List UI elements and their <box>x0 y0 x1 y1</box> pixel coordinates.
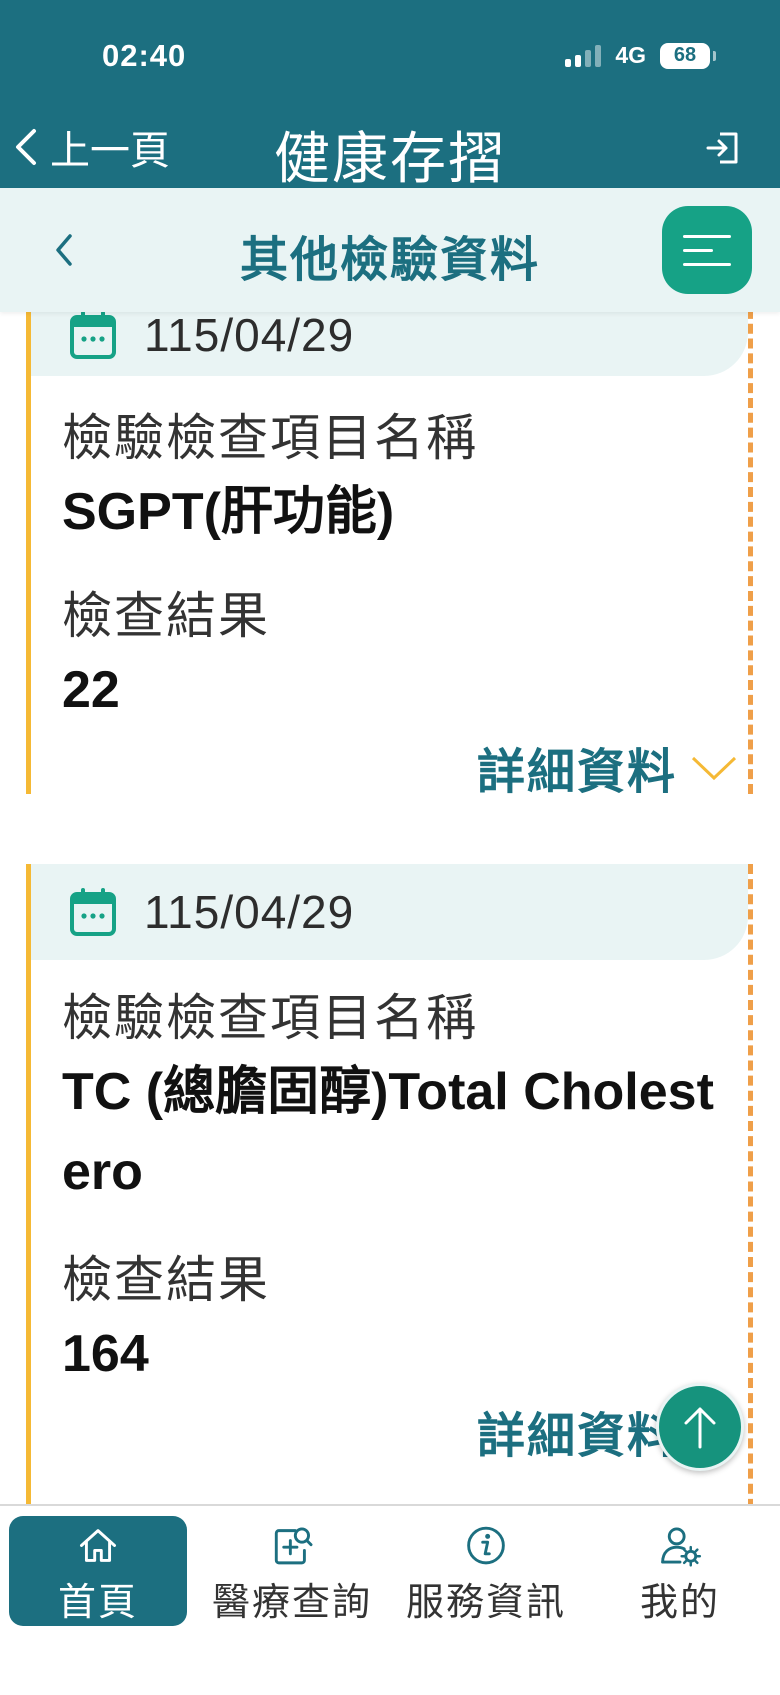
detail-label: 詳細資料 <box>476 746 677 799</box>
card-left-border <box>26 312 31 794</box>
result-value: 164 <box>62 1325 149 1383</box>
nav-label: 我的 <box>639 1582 720 1624</box>
status-time: 02:40 <box>102 38 187 73</box>
bottom-nav: 首頁 醫療查詢 服務資訊 我的 <box>0 1504 780 1695</box>
chevron-down-icon <box>691 756 737 781</box>
record-date-row: 115/04/29 <box>31 312 748 376</box>
nav-home[interactable]: 首頁 <box>9 1516 187 1626</box>
detail-label: 詳細資料 <box>476 1410 677 1463</box>
nav-service-info[interactable]: 服務資訊 <box>397 1516 575 1626</box>
record-card: 115/04/29 檢驗檢查項目名稱 TC (總膽固醇)Total Choles… <box>26 864 753 1504</box>
scroll-to-top-button[interactable] <box>656 1383 744 1471</box>
item-name-value: SGPT(肝功能) <box>62 483 395 541</box>
item-name-label: 檢驗檢查項目名稱 <box>62 410 478 466</box>
menu-icon-line <box>683 262 731 266</box>
card-left-border <box>26 864 31 1504</box>
arrow-up-icon <box>684 1407 716 1449</box>
info-icon <box>467 1526 505 1565</box>
user-settings-icon <box>661 1527 702 1567</box>
card-right-border <box>748 864 753 1504</box>
menu-icon-line <box>683 248 713 252</box>
nav-label: 醫療查詢 <box>211 1582 372 1624</box>
nav-label: 首頁 <box>57 1582 138 1624</box>
item-name-label: 檢驗檢查項目名稱 <box>62 990 478 1046</box>
menu-icon-line <box>683 234 731 238</box>
result-label: 檢查結果 <box>62 1252 270 1308</box>
page-subheader: 其他檢驗資料 <box>0 188 780 312</box>
nav-profile[interactable]: 我的 <box>591 1516 769 1626</box>
result-label: 檢查結果 <box>62 588 270 644</box>
result-value: 22 <box>62 661 120 719</box>
records-list[interactable]: 115/04/29 檢驗檢查項目名稱 SGPT(肝功能) 檢查結果 22 詳細資… <box>0 312 780 1504</box>
card-right-border <box>748 312 753 794</box>
calendar-icon <box>70 312 116 359</box>
app-title: 健康存摺 <box>274 127 506 190</box>
menu-button[interactable] <box>662 206 752 294</box>
record-date: 115/04/29 <box>144 886 355 938</box>
nav-label: 服務資訊 <box>405 1582 566 1624</box>
calendar-icon <box>70 888 116 936</box>
medical-search-icon <box>274 1527 313 1565</box>
signal-icon <box>565 44 602 67</box>
record-card: 115/04/29 檢驗檢查項目名稱 SGPT(肝功能) 檢查結果 22 詳細資… <box>26 312 753 799</box>
network-type: 4G <box>615 42 646 68</box>
battery-icon: 68 <box>660 42 716 69</box>
app-header: 02:40 4G 68 上一頁 健康存摺 <box>0 0 780 190</box>
record-date: 115/04/29 <box>144 312 355 361</box>
item-name-value: TC (總膽固醇)Total Cholestero <box>62 1063 714 1201</box>
logout-icon[interactable] <box>704 128 744 168</box>
record-date-row: 115/04/29 <box>31 864 748 960</box>
status-indicators: 4G 68 <box>565 42 716 69</box>
home-icon <box>80 1529 116 1562</box>
detail-toggle[interactable]: 詳細資料 <box>477 732 739 802</box>
nav-medical-search[interactable]: 醫療查詢 <box>203 1516 381 1626</box>
